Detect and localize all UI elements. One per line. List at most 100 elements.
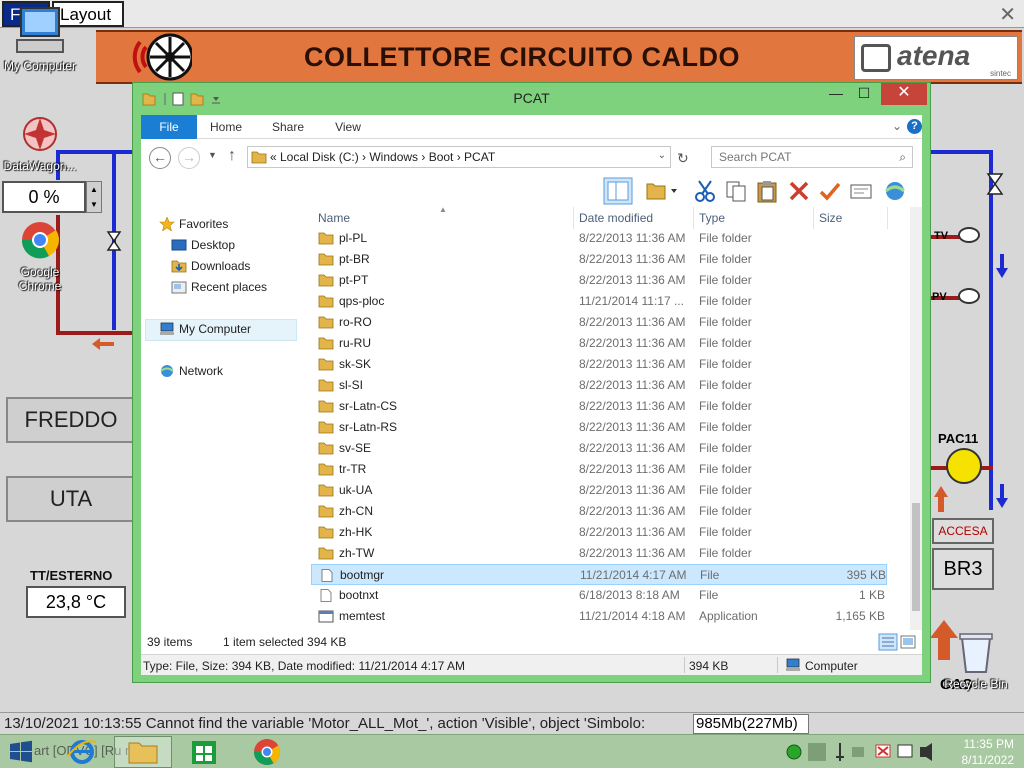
taskbar-store-button[interactable] — [180, 736, 238, 768]
file-type: Application — [699, 609, 758, 623]
column-divider[interactable] — [813, 207, 814, 229]
file-row[interactable]: sv-SE 8/22/2013 11:36 AM File folder — [311, 438, 887, 459]
expand-ribbon-chevron-icon[interactable]: ⌄ — [892, 119, 902, 133]
spin-down-icon[interactable]: ▼ — [87, 197, 101, 212]
percent-field[interactable]: 0 % — [2, 181, 86, 213]
file-row[interactable]: zh-TW 8/22/2013 11:36 AM File folder — [311, 543, 887, 564]
file-row[interactable]: sr-Latn-RS 8/22/2013 11:36 AM File folder — [311, 417, 887, 438]
view-toggle-icons[interactable] — [878, 633, 918, 651]
address-dropdown-chevron-icon[interactable]: ⌄ — [658, 150, 666, 161]
file-row[interactable]: ru-RU 8/22/2013 11:36 AM File folder — [311, 333, 887, 354]
breadcrumb[interactable]: « Local Disk (C:) › Windows › Boot › PCA… — [270, 150, 495, 164]
freddo-button[interactable]: FREDDO — [6, 397, 136, 443]
file-row[interactable]: sl-SI 8/22/2013 11:36 AM File folder — [311, 375, 887, 396]
rename-checkmark-icon[interactable] — [818, 179, 842, 203]
column-header-size[interactable]: Size — [819, 211, 842, 225]
folder-options-icon[interactable] — [645, 179, 681, 203]
copy-icon[interactable] — [724, 179, 748, 203]
window-title: PCAT — [513, 90, 550, 106]
taskbar-ie-button[interactable] — [62, 736, 120, 768]
nav-downloads[interactable]: Downloads — [171, 259, 250, 279]
network-globe-icon[interactable] — [881, 179, 909, 203]
arrow-up-icon — [934, 486, 948, 512]
nav-network[interactable]: Network — [159, 364, 223, 384]
ribbon-tabs: File Home Share View ⌄ ? — [141, 115, 922, 139]
properties-icon[interactable] — [849, 179, 873, 203]
banner-title: COLLETTORE CIRCUITO CALDO — [304, 42, 740, 72]
nav-recent-places[interactable]: Recent places — [171, 280, 267, 300]
desktop-icon-my-computer[interactable]: My Computer — [0, 6, 80, 73]
window-titlebar[interactable]: PCAT — ☐ ✕ — [133, 83, 930, 113]
nav-label: Network — [179, 364, 224, 378]
nav-my-computer[interactable]: My Computer — [159, 322, 251, 342]
file-name: uk-UA — [339, 483, 373, 497]
recent-locations-chevron-icon[interactable]: ▼ — [208, 150, 217, 160]
file-type: File folder — [699, 462, 752, 476]
column-divider[interactable] — [887, 207, 888, 229]
address-bar[interactable]: « Local Disk (C:) › Windows › Boot › PCA… — [247, 146, 671, 168]
file-row[interactable]: bootmgr 11/21/2014 4:17 AM File 395 KB — [311, 564, 887, 585]
file-row[interactable]: pl-PL 8/22/2013 11:36 AM File folder — [311, 228, 887, 249]
taskbar-chrome-button[interactable] — [242, 736, 300, 768]
percent-spinner[interactable]: ▲ ▼ — [86, 181, 102, 213]
file-type: File folder — [699, 525, 752, 539]
help-icon[interactable]: ? — [907, 119, 922, 134]
file-row[interactable]: zh-HK 8/22/2013 11:36 AM File folder — [311, 522, 887, 543]
up-button[interactable]: ↑ — [228, 147, 236, 165]
column-header-date[interactable]: Date modified — [579, 211, 653, 225]
vertical-scrollbar[interactable] — [910, 207, 922, 630]
back-button[interactable]: ← — [149, 147, 171, 169]
search-input[interactable]: Search PCAT ⌕ — [711, 146, 913, 168]
column-header-name[interactable]: Name — [318, 211, 350, 225]
forward-button[interactable]: → — [178, 147, 200, 169]
taskbar-explorer-button[interactable] — [114, 736, 172, 768]
column-divider[interactable] — [693, 207, 694, 229]
tab-file[interactable]: File — [141, 115, 197, 139]
refresh-icon[interactable]: ↻ — [677, 150, 689, 167]
file-row[interactable]: pt-PT 8/22/2013 11:36 AM File folder — [311, 270, 887, 291]
spin-up-icon[interactable]: ▲ — [87, 182, 101, 197]
file-row[interactable]: sr-Latn-CS 8/22/2013 11:36 AM File folder — [311, 396, 887, 417]
file-row[interactable]: pt-BR 8/22/2013 11:36 AM File folder — [311, 249, 887, 270]
file-row[interactable]: memtest 11/21/2014 4:18 AM Application 1,16… — [311, 606, 887, 627]
file-row[interactable]: ro-RO 8/22/2013 11:36 AM File folder — [311, 312, 887, 333]
scada-close-icon[interactable]: ✕ — [999, 2, 1016, 27]
desktop-icon-recycle-bin[interactable]: Recycle Bin — [936, 630, 1016, 691]
file-row[interactable]: tr-TR 8/22/2013 11:36 AM File folder — [311, 459, 887, 480]
chrome-icon — [253, 739, 281, 766]
file-row[interactable]: zh-CN 8/22/2013 11:36 AM File folder — [311, 501, 887, 522]
file-row[interactable]: uk-UA 8/22/2013 11:36 AM File folder — [311, 480, 887, 501]
system-tray[interactable] — [784, 739, 954, 765]
cut-icon[interactable] — [693, 179, 717, 203]
search-icon[interactable]: ⌕ — [899, 150, 906, 165]
tab-share[interactable]: Share — [263, 115, 313, 139]
file-row[interactable]: sk-SK 8/22/2013 11:36 AM File folder — [311, 354, 887, 375]
scrollbar-thumb[interactable] — [912, 503, 920, 611]
delete-icon[interactable] — [787, 179, 811, 203]
br3-button[interactable]: BR3 — [932, 548, 994, 590]
desktop-icon-chrome[interactable]: Google Chrome — [0, 218, 80, 293]
nav-favorites[interactable]: Favorites — [159, 216, 228, 237]
taskbar-clock[interactable]: 11:35 PM 8/11/2022 — [950, 736, 1015, 768]
file-row[interactable]: qps-ploc 11/21/2014 11:17 ... File folder — [311, 291, 887, 312]
column-divider[interactable] — [573, 207, 574, 229]
start-button[interactable] — [0, 736, 62, 768]
paste-icon[interactable] — [755, 179, 779, 203]
pump-icon[interactable] — [946, 448, 982, 484]
column-header-type[interactable]: Type — [699, 211, 725, 225]
clock-date: 8/11/2022 — [961, 753, 1015, 767]
desktop-icon-datawagon[interactable]: DataWagon... — [0, 112, 80, 173]
file-row[interactable]: bootnxt 6/18/2013 8:18 AM File 1 KB — [311, 585, 887, 606]
minimize-button[interactable]: — — [822, 83, 850, 105]
folder-icon — [318, 400, 334, 413]
folder-icon — [318, 526, 334, 539]
tab-home[interactable]: Home — [201, 115, 251, 139]
nav-desktop[interactable]: Desktop — [171, 238, 235, 258]
close-button[interactable]: ✕ — [881, 83, 927, 105]
tab-view[interactable]: View — [323, 115, 373, 139]
maximize-button[interactable]: ☐ — [850, 83, 878, 105]
preview-pane-icon[interactable] — [603, 177, 633, 205]
logo-text: atena — [897, 40, 971, 71]
file-name: sr-Latn-CS — [339, 399, 398, 413]
uta-button[interactable]: UTA — [6, 476, 136, 522]
